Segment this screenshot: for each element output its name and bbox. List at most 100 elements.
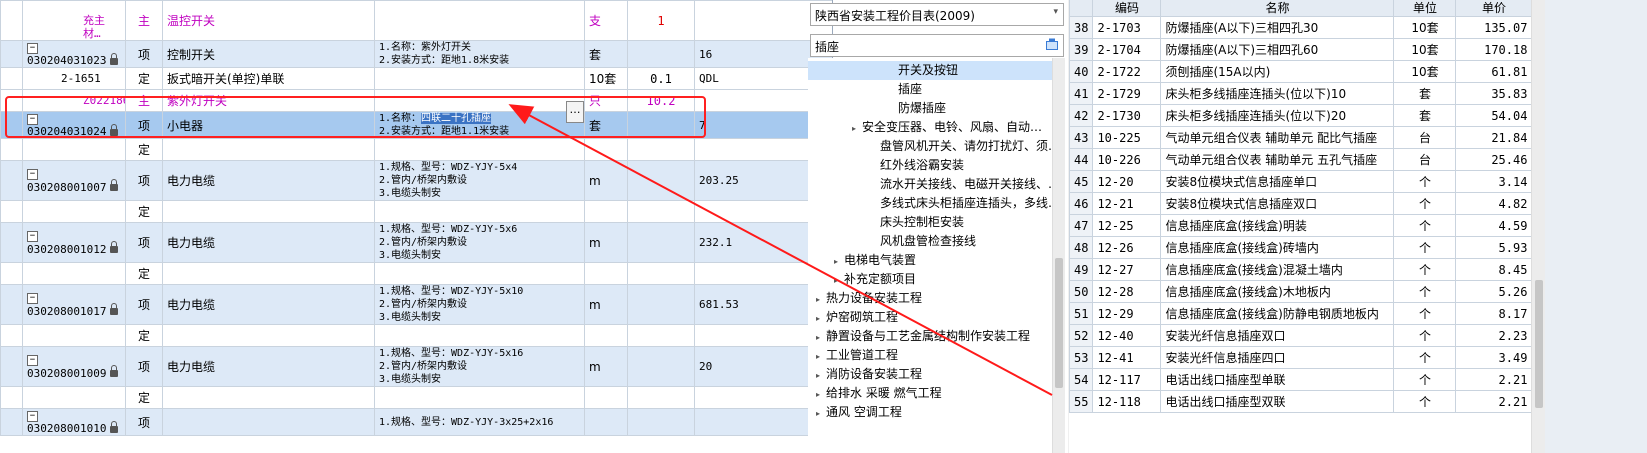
feature-cell[interactable]: 1.规格、型号：WDZ-YJY-5x10 2.管内/桥架内敷设 3.电缆头制安 — [374, 284, 585, 325]
tree-item[interactable]: ▸ 消防设备安装工程 — [816, 365, 922, 384]
column-header[interactable]: 单价 — [1455, 0, 1533, 17]
search-input[interactable]: 插座 — [810, 34, 1064, 57]
expand-icon[interactable]: ▸ — [816, 328, 826, 347]
selected-text[interactable]: 四联二十孔插座 — [421, 113, 492, 124]
collapse-toggle-icon[interactable]: − — [27, 231, 38, 242]
collapse-toggle-icon[interactable]: − — [27, 410, 38, 422]
feature-cell[interactable]: 1.规格、型号：WDZ-YJY-5x4 2.管内/桥架内敷设 3.电缆头制安 — [374, 160, 585, 201]
expand-icon[interactable]: ▸ — [816, 404, 826, 423]
tree-item[interactable]: ▸ 补充定额项目 — [834, 270, 916, 289]
tree-scrollbar[interactable] — [1052, 58, 1065, 453]
expand-icon[interactable]: ▸ — [816, 290, 826, 309]
tree-item[interactable]: 盘管风机开关、请勿打扰灯、须… — [870, 137, 1055, 156]
table-row[interactable]: 定 — [0, 324, 832, 347]
feature-cell[interactable]: 1.名称：四联二十孔插座 2.安装方式：距地1.1米安装 — [374, 111, 585, 139]
chapter-tree[interactable]: 开关及按钮 插座 防爆插座 ▸ 安全变压器、电铃、风扇、自动… 盘管风机开关、请勿打扰灯、… — [808, 58, 1055, 453]
table-row[interactable]: −030208001012 项电力电缆 1.规格、型号：WDZ-YJY-5x6 2.管… — [0, 222, 832, 263]
tree-item[interactable]: ▸ 静置设备与工艺金属结构制作安装工程 — [816, 327, 1030, 346]
table-row[interactable]: 2-1651 定扳式暗开关(单控)单联 10套 0.1 QDL — [0, 67, 832, 90]
table-row[interactable]: −030204031023 项控制开关 1.名称：紫外灯开关 2.安装方式：距地1.8… — [0, 40, 832, 68]
table-row[interactable]: 定 — [0, 200, 832, 223]
name-cell[interactable] — [162, 324, 375, 347]
expand-icon[interactable]: ▸ — [852, 119, 862, 138]
table-row[interactable]: −030208001007 项电力电缆 1.规格、型号：WDZ-YJY-5x4 2.管… — [0, 160, 832, 201]
tree-item[interactable]: ▸ 通风 空调工程 — [816, 403, 902, 422]
feature-cell[interactable] — [374, 67, 585, 90]
table-row[interactable]: 43 10-225 气动单元组合仪表 辅助单元 配比气插座台 21.84 — [1069, 126, 1533, 149]
name-cell[interactable] — [162, 138, 375, 161]
table-row[interactable]: 50 12-28 信息插座底盒(接线盒)木地板内个 5.26 — [1069, 280, 1533, 303]
scroll-thumb[interactable] — [1055, 258, 1063, 388]
library-select[interactable]: 陕西省安装工程价目表(2009) ▾ — [810, 3, 1064, 26]
table-row[interactable]: 40 2-1722 须刨插座(15A以内) 10套 61.81 — [1069, 60, 1533, 83]
table-row[interactable]: 39 2-1704 防爆插座(A以下)三相四孔60 10套 170.18 — [1069, 38, 1533, 61]
collapse-toggle-icon[interactable]: − — [27, 42, 38, 54]
expand-icon[interactable]: ▸ — [816, 309, 826, 328]
collapse-toggle-icon[interactable]: − — [27, 293, 38, 304]
name-cell[interactable] — [162, 262, 375, 285]
table-row[interactable]: 44 10-226 气动单元组合仪表 辅助单元 五孔气插座台 25.46 — [1069, 148, 1533, 171]
name-cell[interactable]: 小电器 — [162, 111, 375, 139]
collapse-toggle-icon[interactable]: − — [27, 169, 38, 180]
tree-item[interactable]: 插座 — [888, 80, 922, 99]
tree-item[interactable]: 床头控制柜安装 — [870, 213, 964, 232]
table-row[interactable]: −030208001010 项 1.规格、型号：WDZ-YJY-3x25+2x16 — [0, 408, 832, 436]
table-row[interactable]: 55 12-118 电话出线口插座型双联个 2.21 — [1069, 390, 1533, 413]
table-row[interactable]: 补充主材… 主温控开关 支1 — [0, 0, 832, 41]
name-cell[interactable] — [162, 386, 375, 409]
feature-cell[interactable] — [374, 138, 585, 161]
expand-icon[interactable]: ▸ — [816, 366, 826, 385]
table-row[interactable]: −030208001009 项电力电缆 1.规格、型号：WDZ-YJY-5x16 2.… — [0, 346, 832, 387]
chevron-down-icon[interactable]: ▾ — [1053, 7, 1058, 17]
name-cell[interactable] — [162, 200, 375, 223]
scroll-thumb[interactable] — [1535, 280, 1543, 408]
tree-item[interactable]: 开关及按钮 — [808, 61, 1053, 80]
table-row[interactable]: 41 2-1729 床头柜多线插座连插头(位以下)10 套 35.83 — [1069, 82, 1533, 105]
name-cell[interactable]: 控制开关 — [162, 40, 375, 68]
feature-cell[interactable]: 1.规格、型号：WDZ-YJY-3x25+2x16 — [374, 408, 585, 436]
table-row[interactable]: 42 2-1730 床头柜多线插座连插头(位以下)20 套 54.04 — [1069, 104, 1533, 127]
table-row[interactable]: 47 12-25 信息插座底盒(接线盒)明装个 4.59 — [1069, 214, 1533, 237]
table-row[interactable]: 53 12-41 安装光纤信息插座四口个 3.49 — [1069, 346, 1533, 369]
feature-cell[interactable] — [374, 324, 585, 347]
name-cell[interactable]: 电力电缆 — [162, 346, 375, 387]
table-row[interactable]: Z0221865主紫外灯开关 只10.2 — [0, 89, 832, 112]
name-cell[interactable]: 紫外灯开关 — [162, 89, 375, 112]
table-row[interactable]: 52 12-40 安装光纤信息插座双口个 2.23 — [1069, 324, 1533, 347]
tree-item[interactable]: 流水开关接线、电磁开关接线、… — [870, 175, 1055, 194]
tree-item[interactable]: 红外线浴霸安装 — [870, 156, 964, 175]
feature-cell[interactable] — [374, 0, 585, 41]
table-row[interactable]: −030204031024 项小电器 1.名称：四联二十孔插座 2.安装方式：距地1.… — [0, 111, 832, 139]
tree-item[interactable]: 防爆插座 — [888, 99, 946, 118]
table-row[interactable]: 38 2-1703 防爆插座(A以下)三相四孔30 10套 135.07 — [1069, 16, 1533, 39]
table-row[interactable]: 49 12-27 信息插座底盒(接线盒)混凝土墙内个 8.45 — [1069, 258, 1533, 281]
column-header[interactable]: 编码 — [1092, 0, 1162, 17]
feature-cell[interactable]: 1.规格、型号：WDZ-YJY-5x16 2.管内/桥架内敷设 3.电缆头制安 — [374, 346, 585, 387]
table-row[interactable]: −030208001017 项电力电缆 1.规格、型号：WDZ-YJY-5x10 2.… — [0, 284, 832, 325]
list-grid[interactable]: 补充主材…主温控开关支1−030204031023项控制开关1.名称：紫外灯开关… — [0, 0, 833, 453]
table-row[interactable]: 51 12-29 信息插座底盒(接线盒)防静电钢质地板内个 8.17 — [1069, 302, 1533, 325]
tree-item[interactable]: ▸ 工业管道工程 — [816, 346, 898, 365]
name-cell[interactable] — [162, 408, 375, 436]
name-cell[interactable]: 温控开关 — [162, 0, 375, 41]
collapse-toggle-icon[interactable]: − — [27, 355, 38, 366]
tree-item[interactable]: ▸ 热力设备安装工程 — [816, 289, 922, 308]
expand-icon[interactable]: ▸ — [816, 385, 826, 404]
table-row[interactable]: 46 12-21 安装8位模块式信息插座双口个 4.82 — [1069, 192, 1533, 215]
feature-cell[interactable] — [374, 89, 585, 112]
tree-item[interactable]: 风机盘管检查接线 — [870, 232, 976, 251]
table-row[interactable]: 45 12-20 安装8位模块式信息插座单口个 3.14 — [1069, 170, 1533, 193]
feature-cell[interactable] — [374, 262, 585, 285]
expand-icon[interactable]: ▸ — [816, 347, 826, 366]
expand-icon[interactable]: ▸ — [834, 252, 844, 271]
tree-item[interactable]: ▸ 电梯电气装置 — [834, 251, 916, 270]
filter-icon[interactable] — [1046, 38, 1058, 50]
name-cell[interactable]: 电力电缆 — [162, 160, 375, 201]
name-cell[interactable]: 电力电缆 — [162, 284, 375, 325]
tree-item[interactable]: 多线式床头柜插座连插头，多线… — [870, 194, 1055, 213]
column-header[interactable]: 单位 — [1393, 0, 1457, 17]
table-row[interactable]: 48 12-26 信息插座底盒(接线盒)砖墙内个 5.93 — [1069, 236, 1533, 259]
name-cell[interactable]: 电力电缆 — [162, 222, 375, 263]
feature-cell[interactable]: 1.名称：紫外灯开关 2.安装方式：距地1.8米安装 — [374, 40, 585, 68]
feature-cell[interactable]: 1.规格、型号：WDZ-YJY-5x6 2.管内/桥架内敷设 3.电缆头制安 — [374, 222, 585, 263]
